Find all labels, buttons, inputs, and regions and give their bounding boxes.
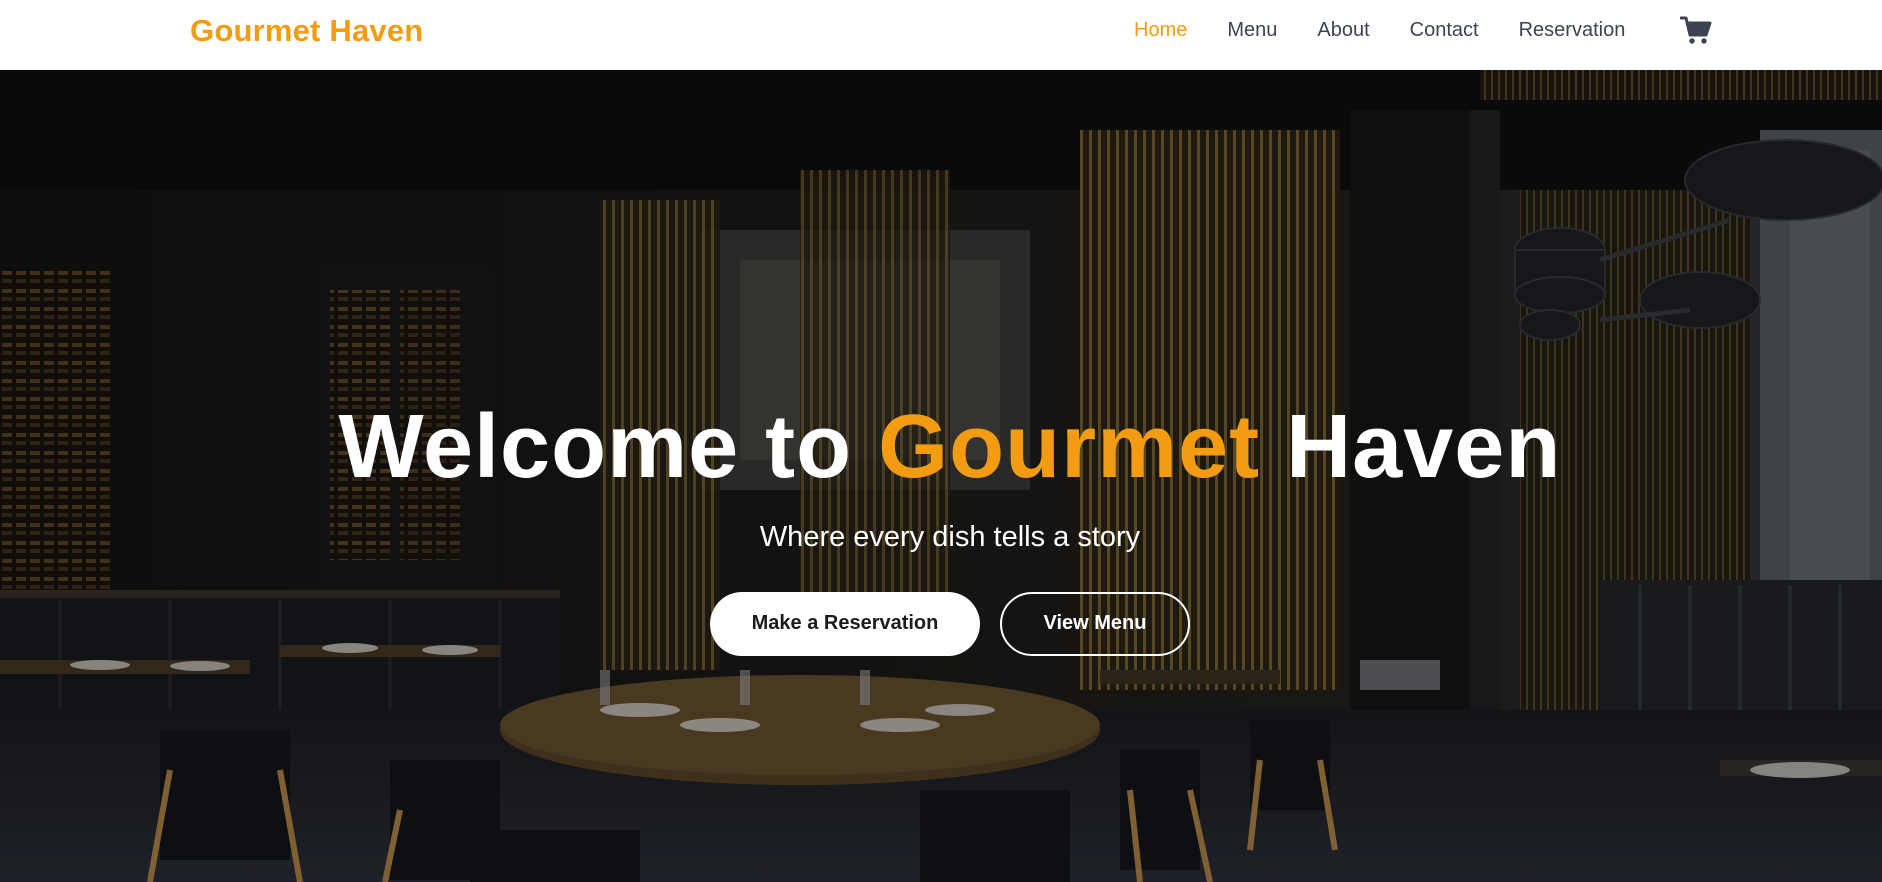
hero-title-prefix: Welcome to	[338, 397, 853, 497]
brand-logo[interactable]: Gourmet Haven	[190, 13, 423, 49]
hero-content: Welcome to Gourmet Haven Where every dis…	[0, 400, 1882, 656]
hero-subtitle: Where every dish tells a story	[759, 520, 1141, 553]
main-nav: Home Menu About Contact Reservation	[1134, 0, 1665, 60]
nav-link-home[interactable]: Home	[1134, 19, 1187, 42]
hero-title: Welcome to Gourmet Haven	[0, 400, 1882, 495]
nav-link-contact[interactable]: Contact	[1410, 19, 1479, 42]
view-menu-button[interactable]: View Menu	[1000, 591, 1190, 656]
hero-buttons: Make a Reservation View Menu	[0, 591, 1882, 656]
shopping-cart-icon[interactable]	[1679, 15, 1712, 45]
make-reservation-button[interactable]: Make a Reservation	[710, 591, 980, 656]
nav-link-menu[interactable]: Menu	[1227, 19, 1277, 42]
navbar: Gourmet Haven Home Menu About Contact Re…	[0, 0, 1882, 70]
hero-title-accent: Gourmet	[878, 397, 1261, 497]
nav-link-about[interactable]: About	[1317, 19, 1369, 42]
hero-section: Welcome to Gourmet Haven Where every dis…	[0, 70, 1882, 882]
nav-link-reservation[interactable]: Reservation	[1519, 19, 1626, 42]
hero-title-suffix: Haven	[1286, 397, 1562, 497]
